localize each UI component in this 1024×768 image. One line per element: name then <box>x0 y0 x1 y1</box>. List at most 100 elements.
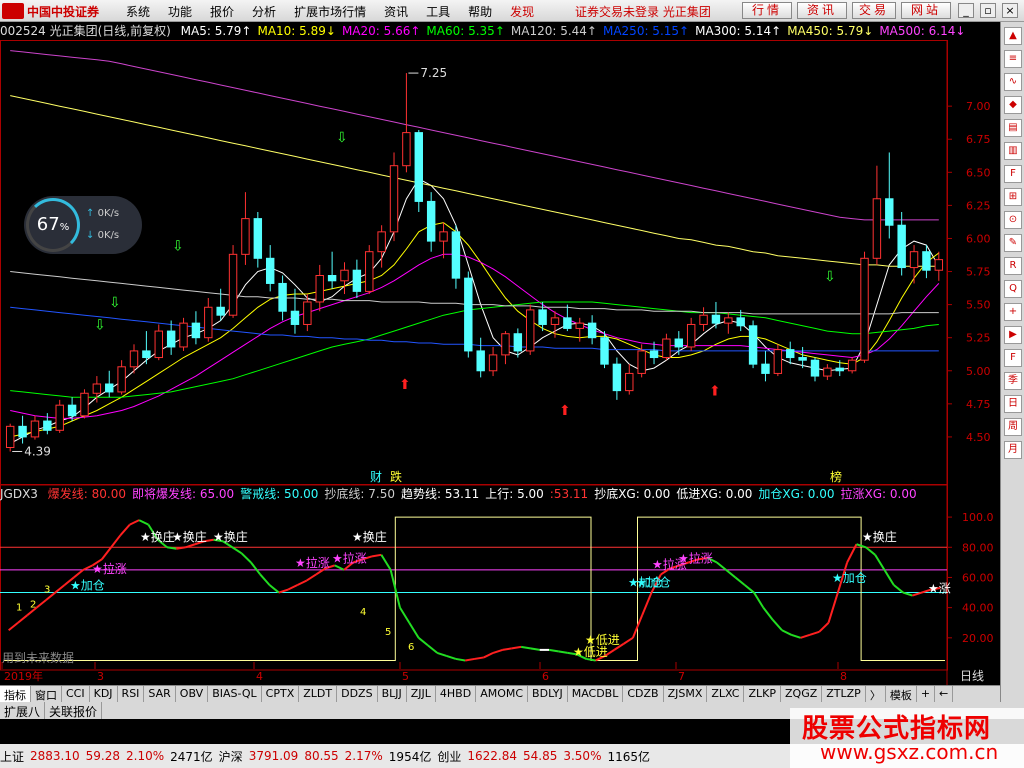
toolbar-icon-15[interactable]: F <box>1004 349 1022 367</box>
indicator-tab[interactable]: OBV <box>176 686 209 702</box>
candle-body <box>587 322 597 339</box>
toolbar-icon-1[interactable]: ▲ <box>1004 27 1022 45</box>
signal-label: ★加仓 <box>628 576 663 590</box>
indicator-tab[interactable]: ZLXC <box>707 686 745 702</box>
indicator-name: JGDX3 <box>0 487 38 501</box>
indicator-tab[interactable]: SAR <box>144 686 176 702</box>
indicator-tab[interactable]: ZLKP <box>744 686 781 702</box>
status-value: 1622.84 <box>467 749 517 763</box>
toolbar-icon-12[interactable]: Q <box>1004 280 1022 298</box>
trend-line-segment <box>455 657 466 662</box>
menu-system[interactable]: 系统 <box>126 3 150 20</box>
indicator-tab[interactable]: BIAS-QL <box>208 686 262 702</box>
trend-line-segment <box>483 652 494 659</box>
toolbar-icon-14[interactable]: ▶ <box>1004 326 1022 344</box>
trend-line-segment <box>250 561 262 576</box>
menu-function[interactable]: 功能 <box>168 3 192 20</box>
toolbar-icon-16[interactable]: 季 <box>1004 372 1022 390</box>
indicator-tab[interactable]: 模板 <box>886 686 917 702</box>
trend-line-segment <box>734 576 746 586</box>
candle-body <box>290 310 300 325</box>
menu-info[interactable]: 资讯 <box>384 3 408 20</box>
menu-quote[interactable]: 报价 <box>210 3 234 20</box>
indicator-tab[interactable]: ← <box>935 686 954 702</box>
trend-line-segment <box>54 584 66 594</box>
minimize-icon[interactable]: _ <box>958 3 974 18</box>
indicator-tab[interactable]: + <box>917 686 936 702</box>
candle-body <box>649 350 659 359</box>
candle-body <box>637 350 646 374</box>
indicator-tab[interactable]: MACDBL <box>568 686 624 702</box>
candle-body <box>55 404 64 431</box>
news-button[interactable]: 资讯 <box>797 2 847 19</box>
toolbar-icon-9[interactable]: ⊙ <box>1004 211 1022 229</box>
tab-extension-eight[interactable]: 扩展八 <box>0 702 46 719</box>
indicator-legend-item: 低进XG: 0.00 <box>676 487 753 501</box>
toolbar-icon-17[interactable]: 日 <box>1004 395 1022 413</box>
toolbar-icon-10[interactable]: ✎ <box>1004 234 1022 252</box>
toolbar-icon-4[interactable]: ◆ <box>1004 96 1022 114</box>
toolbar-icon-5[interactable]: ▤ <box>1004 119 1022 137</box>
indicator-tab[interactable]: ZJJL <box>407 686 436 702</box>
indicator-tab[interactable]: ZTLZP <box>822 686 866 702</box>
restore-icon[interactable]: ▫ <box>980 3 996 18</box>
toolbar-icon-7[interactable]: F <box>1004 165 1022 183</box>
trend-line-segment <box>800 633 811 639</box>
price-tick-label: 4.75 <box>966 398 991 411</box>
signal-label: ★低进 <box>585 633 620 647</box>
indicator-tab[interactable]: 指标 <box>0 686 31 702</box>
close-icon[interactable]: × <box>1002 3 1018 18</box>
indicator-tab[interactable]: BDLYJ <box>528 686 568 702</box>
toolbar-icon-11[interactable]: R <box>1004 257 1022 275</box>
toolbar-icon-6[interactable]: ▥ <box>1004 142 1022 160</box>
toolbar-icon-13[interactable]: + <box>1004 303 1022 321</box>
candle-body <box>550 317 560 325</box>
toolbar-icon-8[interactable]: ⊞ <box>1004 188 1022 206</box>
market-button[interactable]: 行情 <box>742 2 792 19</box>
indicator-tab[interactable]: CDZB <box>623 686 664 702</box>
indicator-tab[interactable]: 4HBD <box>436 686 477 702</box>
menu-discover[interactable]: 发现 <box>510 3 534 20</box>
trade-button[interactable]: 交易 <box>852 2 896 19</box>
indicator-tab[interactable]: RSI <box>118 686 145 702</box>
menu-analysis[interactable]: 分析 <box>252 3 276 20</box>
indicator-tab[interactable]: ZJSMX <box>664 686 708 702</box>
candle-body <box>365 251 374 292</box>
indicator-tab[interactable]: DDZS <box>337 686 378 702</box>
sell-arrow-icon: ⇩ <box>109 295 121 311</box>
indicator-tab[interactable]: ZLDT <box>299 686 338 702</box>
candle-body <box>216 306 225 316</box>
indicator-tab[interactable]: CPTX <box>262 686 300 702</box>
indicator-tab[interactable]: ZQGZ <box>781 686 823 702</box>
status-value: 2883.10 <box>30 749 80 763</box>
trend-line-segment <box>530 647 540 651</box>
trend-line-segment <box>35 599 47 609</box>
candle-body <box>476 350 485 372</box>
chart-svg[interactable]: 7.00 6.75 6.50 6.25 6.00 5.75 5.50 5.25 5.00 4.75… <box>0 40 1000 685</box>
candle-body <box>538 309 547 325</box>
candle-body <box>154 330 163 359</box>
indicator-tab[interactable]: KDJ <box>90 686 118 702</box>
trend-line-segment <box>893 584 904 594</box>
indicator-tab[interactable]: 窗口 <box>31 686 62 702</box>
trend-line-segment <box>417 637 429 647</box>
tab-related-quotes[interactable]: 关联报价 <box>45 702 103 719</box>
menu-help[interactable]: 帮助 <box>468 3 492 20</box>
chart-area[interactable]: 7.00 6.75 6.50 6.25 6.00 5.75 5.50 5.25 5.00 4.75… <box>0 40 1000 688</box>
toolbar-icon-2[interactable]: ≡ <box>1004 50 1022 68</box>
candle-body <box>934 259 944 271</box>
indicator-tab[interactable]: BLJJ <box>378 686 407 702</box>
indicator-tab[interactable]: CCI <box>62 686 90 702</box>
indicator-tab[interactable]: AMOMC <box>476 686 529 702</box>
indicator-tick-label: 40.00 <box>962 602 994 615</box>
toolbar-icon-19[interactable]: 月 <box>1004 441 1022 459</box>
menu-extended-market[interactable]: 扩展市场行情 <box>294 3 366 20</box>
trend-line-segment <box>334 564 345 571</box>
ma-line <box>10 271 939 315</box>
menu-tools[interactable]: 工具 <box>426 3 450 20</box>
toolbar-icon-3[interactable]: ∿ <box>1004 73 1022 91</box>
ma-line <box>9 178 940 444</box>
website-button[interactable]: 网站 <box>901 2 951 19</box>
toolbar-icon-18[interactable]: 周 <box>1004 418 1022 436</box>
indicator-tab[interactable]: 〉 <box>866 686 886 702</box>
